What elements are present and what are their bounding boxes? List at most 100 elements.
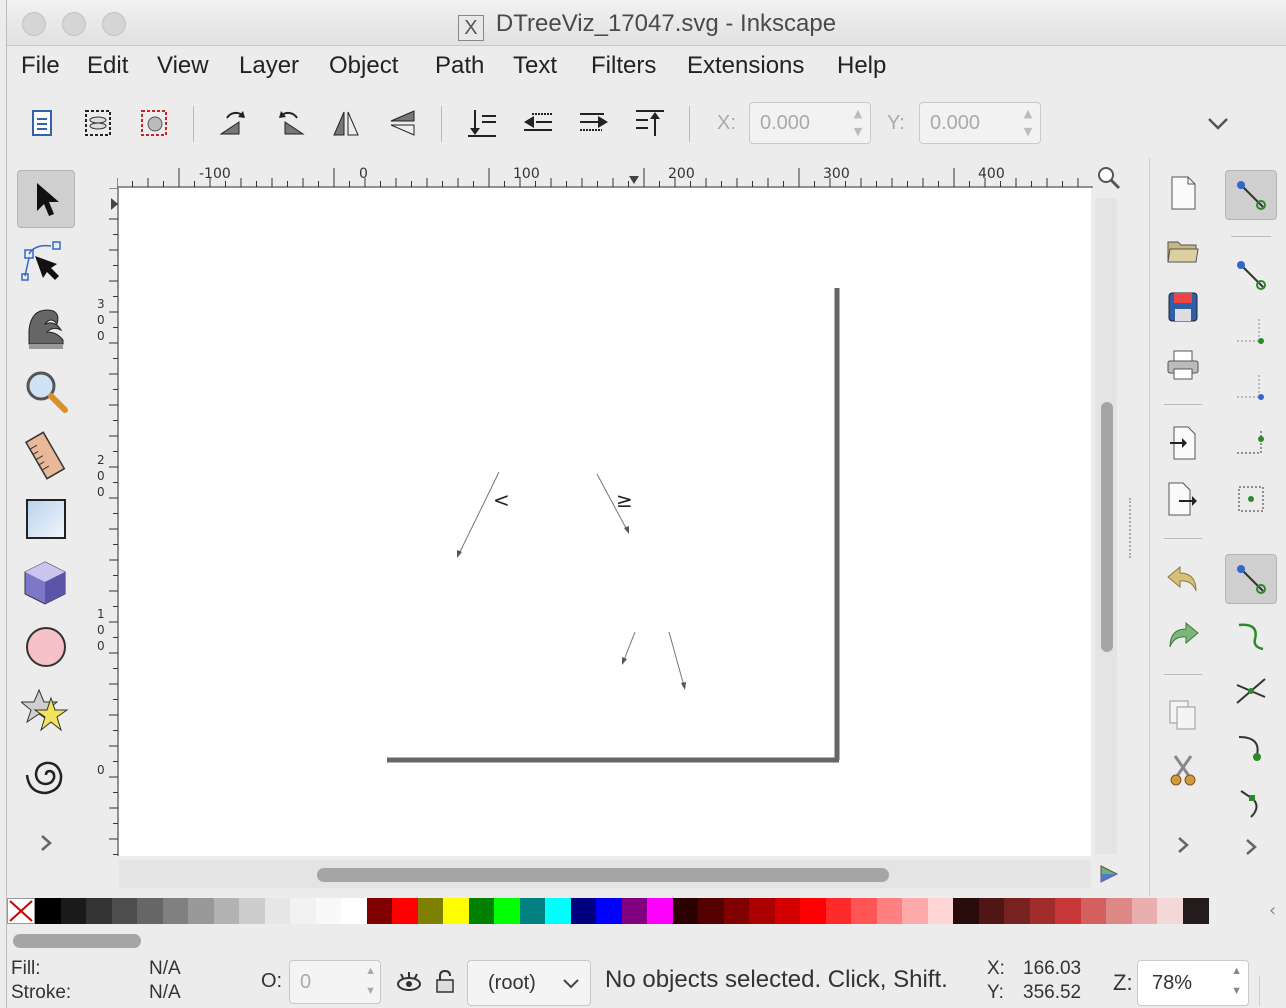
color-swatch[interactable] <box>1106 898 1132 924</box>
color-swatch[interactable] <box>341 898 367 924</box>
node-tool-icon[interactable] <box>17 234 75 292</box>
color-swatch[interactable] <box>978 898 1005 924</box>
color-swatch[interactable] <box>1080 898 1107 924</box>
snap-smooth-nodes-icon[interactable] <box>1225 722 1277 772</box>
color-swatch[interactable] <box>1029 898 1056 924</box>
color-swatch[interactable] <box>468 898 495 924</box>
color-swatch[interactable] <box>851 898 877 924</box>
color-swatch[interactable] <box>1157 898 1183 924</box>
snap-bbox-center-icon[interactable] <box>1225 474 1277 524</box>
y-coordinate-input[interactable]: 0.000 ▲ ▼ <box>919 102 1041 144</box>
color-swatch[interactable] <box>596 898 622 924</box>
palette-scroll-left-icon[interactable]: ‹ <box>1269 900 1276 921</box>
star-tool-icon[interactable] <box>17 682 75 740</box>
enable-snapping-icon[interactable] <box>1225 170 1277 220</box>
commands-more-chevron-icon[interactable] <box>1160 822 1206 868</box>
color-swatch[interactable] <box>494 898 520 924</box>
color-swatch[interactable] <box>213 898 240 924</box>
flip-horizontal-icon[interactable] <box>327 104 365 142</box>
horizontal-scroll-thumb[interactable] <box>317 868 889 882</box>
print-icon[interactable] <box>1160 342 1206 388</box>
color-swatch[interactable] <box>1004 898 1030 924</box>
3d-box-tool-icon[interactable] <box>17 554 75 612</box>
tweak-tool-icon[interactable] <box>17 298 75 356</box>
new-document-icon[interactable] <box>1160 170 1206 216</box>
opacity-input[interactable]: 0 ▲ ▼ <box>289 960 381 1004</box>
spin-up-icon[interactable]: ▲ <box>1231 965 1242 977</box>
vertical-scrollbar[interactable] <box>1095 198 1117 854</box>
spin-down-icon[interactable]: ▼ <box>365 985 376 997</box>
color-swatch[interactable] <box>621 898 648 924</box>
deselect-icon[interactable] <box>135 104 173 142</box>
snap-bounding-box-icon[interactable] <box>1225 250 1277 300</box>
snap-intersections-icon[interactable] <box>1225 666 1277 716</box>
color-swatch[interactable] <box>902 898 928 924</box>
spin-up-icon[interactable]: ▲ <box>365 965 376 977</box>
open-folder-icon[interactable] <box>1160 228 1206 274</box>
export-icon[interactable] <box>1160 476 1206 522</box>
color-manage-icon[interactable] <box>1097 862 1121 886</box>
raise-icon[interactable] <box>519 104 557 142</box>
color-swatch[interactable] <box>315 898 342 924</box>
spin-down-icon[interactable]: ▼ <box>1020 124 1036 140</box>
color-swatch[interactable] <box>290 898 316 924</box>
zoom-corner-icon[interactable] <box>1095 164 1123 192</box>
color-swatch[interactable] <box>570 898 597 924</box>
color-swatch[interactable] <box>162 898 189 924</box>
color-swatch[interactable] <box>749 898 775 924</box>
no-paint-swatch[interactable] <box>7 898 35 924</box>
layer-dropdown[interactable]: (root) <box>467 960 591 1006</box>
color-swatch[interactable] <box>137 898 163 924</box>
color-swatch[interactable] <box>264 898 291 924</box>
snap-more-chevron-icon[interactable] <box>1225 822 1277 872</box>
color-swatch[interactable] <box>953 898 979 924</box>
color-swatch[interactable] <box>927 898 954 924</box>
spin-up-icon[interactable]: ▲ <box>850 106 866 122</box>
stroke-value[interactable]: N/A <box>149 982 181 1004</box>
menu-text[interactable]: Text <box>513 52 557 80</box>
snap-bbox-edges-icon[interactable] <box>1225 306 1277 356</box>
measure-tool-icon[interactable] <box>17 426 75 484</box>
color-swatch[interactable] <box>545 898 571 924</box>
menu-help[interactable]: Help <box>837 52 886 80</box>
lower-icon[interactable] <box>575 104 613 142</box>
zoom-input[interactable]: 78% ▲ ▼ <box>1137 960 1249 1006</box>
lower-to-bottom-icon[interactable] <box>631 104 669 142</box>
copy-icon[interactable] <box>1160 692 1206 738</box>
rectangle-tool-icon[interactable] <box>17 490 75 548</box>
spin-down-icon[interactable]: ▼ <box>850 124 866 140</box>
menu-filters[interactable]: Filters <box>591 52 656 80</box>
menu-path[interactable]: Path <box>435 52 484 80</box>
snap-midpoints-icon[interactable] <box>1225 778 1277 828</box>
cut-icon[interactable] <box>1160 748 1206 794</box>
menu-view[interactable]: View <box>157 52 209 80</box>
menu-file[interactable]: File <box>21 52 60 80</box>
color-swatch[interactable] <box>417 898 444 924</box>
selector-tool-icon[interactable] <box>17 170 75 228</box>
color-swatch[interactable] <box>774 898 801 924</box>
resize-grip[interactable] <box>1259 976 1285 1006</box>
snap-bbox-midpoints-icon[interactable] <box>1225 418 1277 468</box>
horizontal-scrollbar[interactable] <box>119 860 1091 888</box>
undo-icon[interactable] <box>1160 556 1206 602</box>
x-coordinate-input[interactable]: 0.000 ▲ ▼ <box>749 102 871 144</box>
color-swatch[interactable] <box>60 898 87 924</box>
color-swatch[interactable] <box>188 898 214 924</box>
toolbox-more-chevron-icon[interactable] <box>17 814 75 872</box>
color-swatch[interactable] <box>1182 898 1209 924</box>
vertical-scroll-thumb[interactable] <box>1101 402 1113 652</box>
palette-scroll-thumb[interactable] <box>13 934 141 948</box>
color-swatch[interactable] <box>392 898 418 924</box>
snap-paths-icon[interactable] <box>1225 610 1277 660</box>
rotate-cw-icon[interactable] <box>271 104 309 142</box>
select-all-icon[interactable] <box>23 104 61 142</box>
rotate-ccw-icon[interactable] <box>215 104 253 142</box>
layer-visibility-icon[interactable] <box>395 968 423 996</box>
color-swatch[interactable] <box>35 898 61 924</box>
snap-nodes-icon[interactable] <box>1225 554 1277 604</box>
color-swatch[interactable] <box>825 898 852 924</box>
color-swatch[interactable] <box>1131 898 1158 924</box>
spin-up-icon[interactable]: ▲ <box>1020 106 1036 122</box>
color-swatch[interactable] <box>239 898 265 924</box>
toolbar-overflow-chevron-icon[interactable] <box>1199 104 1237 142</box>
